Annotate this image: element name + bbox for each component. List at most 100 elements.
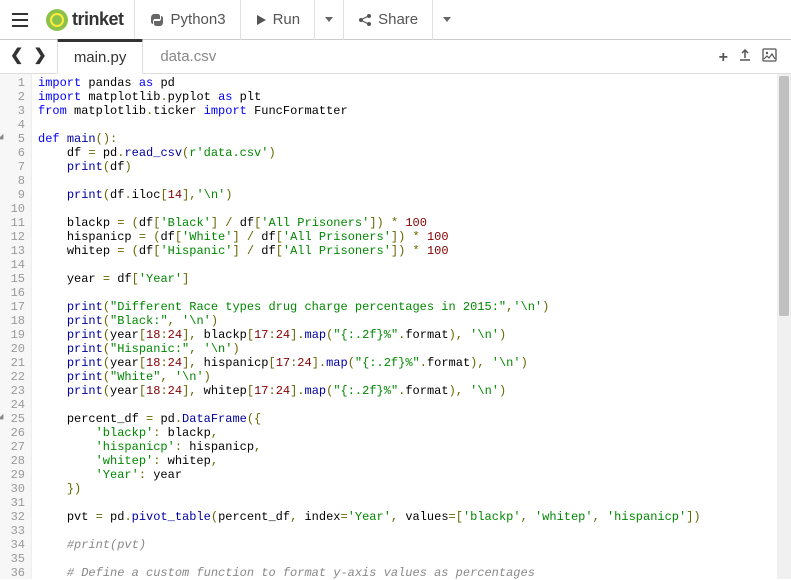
- code-line[interactable]: year = df['Year']: [38, 272, 777, 286]
- add-file-button[interactable]: +: [719, 49, 728, 67]
- code-line[interactable]: import matplotlib.pyplot as plt: [38, 90, 777, 104]
- code-editor[interactable]: 1234567891011121314151617181920212223242…: [0, 74, 791, 579]
- code-area[interactable]: import pandas as pdimport matplotlib.pyp…: [32, 74, 777, 579]
- line-number: 4: [2, 118, 25, 132]
- line-number: 29: [2, 468, 25, 482]
- tab-bar: ❮ ❯ main.py data.csv +: [0, 40, 791, 74]
- code-line[interactable]: print("White", '\n'): [38, 370, 777, 384]
- tab-data-csv[interactable]: data.csv: [143, 40, 233, 73]
- code-line[interactable]: 'blackp': blackp,: [38, 426, 777, 440]
- line-number: 20: [2, 342, 25, 356]
- line-number: 36: [2, 566, 25, 580]
- image-button[interactable]: [762, 48, 777, 67]
- line-number: 13: [2, 244, 25, 258]
- tab-actions: +: [719, 48, 785, 73]
- line-number: 16: [2, 286, 25, 300]
- line-number: 18: [2, 314, 25, 328]
- run-button[interactable]: Run: [241, 0, 316, 40]
- upload-icon: [738, 48, 752, 62]
- image-icon: [762, 48, 777, 62]
- line-number: 2: [2, 90, 25, 104]
- line-number: 8: [2, 174, 25, 188]
- code-line[interactable]: [38, 496, 777, 510]
- menu-button[interactable]: [0, 0, 40, 40]
- line-number: 17: [2, 300, 25, 314]
- code-line[interactable]: }): [38, 482, 777, 496]
- line-gutter: 1234567891011121314151617181920212223242…: [0, 74, 32, 579]
- code-line[interactable]: print(year[18:24], whitep[17:24].map("{:…: [38, 384, 777, 398]
- caret-down-icon: [325, 17, 333, 22]
- code-line[interactable]: print("Hispanic:", '\n'): [38, 342, 777, 356]
- code-line[interactable]: from matplotlib.ticker import FuncFormat…: [38, 104, 777, 118]
- code-line[interactable]: [38, 552, 777, 566]
- code-line[interactable]: print(year[18:24], blackp[17:24].map("{:…: [38, 328, 777, 342]
- code-line[interactable]: 'whitep': whitep,: [38, 454, 777, 468]
- code-line[interactable]: [38, 524, 777, 538]
- line-number: 30: [2, 482, 25, 496]
- brand-name: trinket: [72, 9, 124, 30]
- code-line[interactable]: hispanicp = (df['White'] / df['All Priso…: [38, 230, 777, 244]
- line-number: 25: [2, 412, 25, 426]
- code-line[interactable]: print(df.iloc[14],'\n'): [38, 188, 777, 202]
- code-line[interactable]: [38, 118, 777, 132]
- share-dropdown[interactable]: [433, 0, 461, 40]
- line-number: 11: [2, 216, 25, 230]
- line-number: 19: [2, 328, 25, 342]
- trinket-logo-icon: [46, 9, 68, 31]
- code-line[interactable]: print(df): [38, 160, 777, 174]
- code-line[interactable]: [38, 202, 777, 216]
- code-line[interactable]: blackp = (df['Black'] / df['All Prisoner…: [38, 216, 777, 230]
- line-number: 12: [2, 230, 25, 244]
- code-line[interactable]: [38, 174, 777, 188]
- line-number: 3: [2, 104, 25, 118]
- code-line[interactable]: # Define a custom function to format y-a…: [38, 566, 777, 579]
- code-line[interactable]: print("Different Race types drug charge …: [38, 300, 777, 314]
- line-number: 31: [2, 496, 25, 510]
- code-line[interactable]: [38, 286, 777, 300]
- code-line[interactable]: whitep = (df['Hispanic'] / df['All Priso…: [38, 244, 777, 258]
- code-line[interactable]: [38, 258, 777, 272]
- line-number: 27: [2, 440, 25, 454]
- code-line[interactable]: #print(pvt): [38, 538, 777, 552]
- code-line[interactable]: print(year[18:24], hispanicp[17:24].map(…: [38, 356, 777, 370]
- tab-main-py[interactable]: main.py: [57, 39, 144, 74]
- line-number: 23: [2, 384, 25, 398]
- line-number: 32: [2, 510, 25, 524]
- run-label: Run: [273, 11, 301, 28]
- code-line[interactable]: [38, 398, 777, 412]
- code-line[interactable]: df = pd.read_csv(r'data.csv'): [38, 146, 777, 160]
- fold-icon[interactable]: [0, 134, 6, 142]
- caret-down-icon: [443, 17, 451, 22]
- share-label: Share: [378, 11, 418, 28]
- hamburger-icon: [11, 11, 29, 29]
- language-selector[interactable]: Python3: [135, 0, 241, 40]
- line-number: 33: [2, 524, 25, 538]
- code-line[interactable]: import pandas as pd: [38, 76, 777, 90]
- code-line[interactable]: percent_df = pd.DataFrame({: [38, 412, 777, 426]
- run-dropdown[interactable]: [315, 0, 344, 40]
- code-line[interactable]: 'Year': year: [38, 468, 777, 482]
- upload-button[interactable]: [738, 48, 752, 67]
- line-number: 9: [2, 188, 25, 202]
- code-line[interactable]: pvt = pd.pivot_table(percent_df, index='…: [38, 510, 777, 524]
- line-number: 35: [2, 552, 25, 566]
- scroll-thumb[interactable]: [779, 76, 789, 316]
- line-number: 28: [2, 454, 25, 468]
- brand-logo[interactable]: trinket: [40, 0, 135, 40]
- share-button[interactable]: Share: [344, 0, 433, 40]
- line-number: 24: [2, 398, 25, 412]
- language-label: Python3: [171, 11, 226, 28]
- code-line[interactable]: print("Black:", '\n'): [38, 314, 777, 328]
- line-number: 6: [2, 146, 25, 160]
- tab-prev-button[interactable]: ❮: [6, 43, 27, 67]
- line-number: 7: [2, 160, 25, 174]
- python-icon: [149, 12, 165, 28]
- tab-nav-arrows: ❮ ❯: [6, 43, 57, 73]
- fold-icon[interactable]: [0, 414, 6, 422]
- code-line[interactable]: def main():: [38, 132, 777, 146]
- vertical-scrollbar[interactable]: [777, 74, 791, 579]
- tab-next-button[interactable]: ❯: [29, 43, 50, 67]
- line-number: 1: [2, 76, 25, 90]
- top-toolbar: trinket Python3 Run Share: [0, 0, 791, 40]
- code-line[interactable]: 'hispanicp': hispanicp,: [38, 440, 777, 454]
